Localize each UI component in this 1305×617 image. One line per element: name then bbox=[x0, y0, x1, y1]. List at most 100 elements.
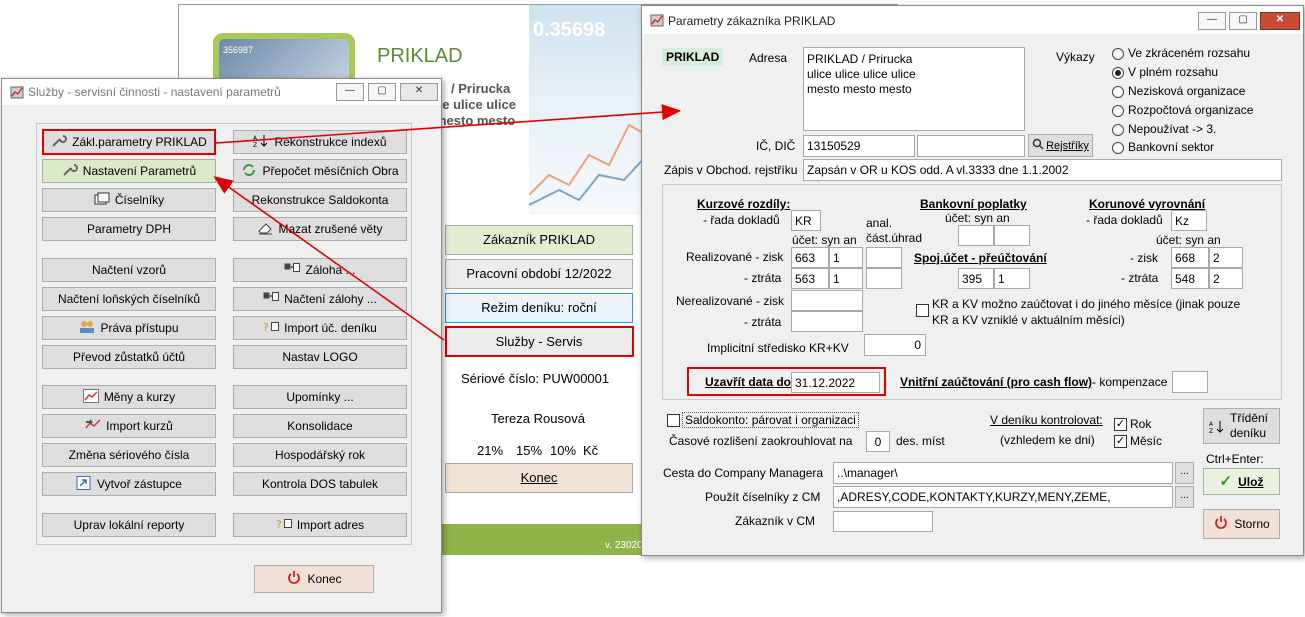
fiscal-year-button[interactable]: Hospodářský rok bbox=[233, 443, 407, 467]
settings-params-button[interactable]: Nastavení Parametrů bbox=[42, 159, 216, 183]
bank-fees-an[interactable] bbox=[994, 225, 1030, 246]
create-shortcut-button[interactable]: Vytvoř zástupce bbox=[42, 472, 216, 496]
radio-bank[interactable] bbox=[1112, 142, 1124, 154]
journal-mode-button[interactable]: Režim deníku: roční bbox=[445, 293, 633, 323]
params-titlebar: Parametry zákazníka PRIKLAD — ▢ ✕ bbox=[642, 6, 1303, 34]
customer-cm-field[interactable] bbox=[833, 511, 933, 532]
address-field[interactable]: PRIKLAD / Prirucka ulice ulice ulice uli… bbox=[803, 47, 1025, 131]
rounding-field[interactable]: 0 bbox=[866, 431, 890, 452]
work-period-button[interactable]: Pracovní období 12/2022 bbox=[445, 259, 633, 289]
radio-unused[interactable] bbox=[1112, 124, 1124, 136]
saldokonto-checkbox[interactable] bbox=[667, 414, 680, 427]
rebuild-indexes-button[interactable]: A Z Rekonstrukce indexů bbox=[233, 130, 407, 154]
wrench-icon bbox=[63, 164, 78, 176]
cancel-button[interactable]: Storno bbox=[1203, 509, 1280, 539]
registries-button[interactable]: Rejstříky bbox=[1028, 134, 1093, 157]
realized-loss-anal[interactable] bbox=[866, 268, 902, 289]
browse-codebooks-button[interactable]: ... bbox=[1175, 486, 1194, 508]
maximize-button[interactable]: ▢ bbox=[368, 83, 396, 101]
exchange-series-field[interactable]: KR bbox=[791, 210, 821, 231]
internal-posting-label: Vnitřní zaúčtování (pro cash flow) bbox=[900, 375, 1093, 389]
year-label: Rok bbox=[1130, 417, 1152, 431]
check-icon: ✓ bbox=[1219, 473, 1233, 490]
radio-nonprofit[interactable] bbox=[1112, 86, 1124, 98]
check-dos-tables-button[interactable]: Kontrola DOS tabulek bbox=[233, 472, 407, 496]
relative-to-day-label: (vzhledem ke dni) bbox=[1000, 433, 1095, 447]
consolidation-button[interactable]: Konsolidace bbox=[233, 414, 407, 438]
default-center-field[interactable]: 0 bbox=[864, 334, 926, 356]
minimize-button[interactable]: — bbox=[1198, 12, 1226, 30]
minimize-button[interactable]: — bbox=[336, 83, 364, 101]
realized-loss-an[interactable]: 1 bbox=[829, 268, 863, 289]
registry-entry-field[interactable]: Zapsán v OR u KOS odd. A vl.3333 dne 1.1… bbox=[803, 159, 1282, 181]
load-templates-button[interactable]: Načtení vzorů bbox=[42, 258, 216, 282]
use-codebooks-field[interactable]: ,ADRESY,CODE,KONTAKTY,KURZY,MENY,ZEME, bbox=[833, 486, 1173, 508]
joint-account-an[interactable]: 1 bbox=[994, 268, 1030, 289]
company-manager-path-label: Cesta do Company Managera bbox=[663, 466, 824, 480]
rebuild-ledger-button[interactable]: Rekonstrukce Saldokonta bbox=[233, 188, 407, 212]
codebooks-button[interactable]: Číselníky bbox=[42, 188, 216, 212]
browse-path-button[interactable]: ... bbox=[1175, 462, 1194, 484]
change-serial-button[interactable]: Změna sériového čísla bbox=[42, 443, 216, 467]
crown-loss-syn[interactable]: 548 bbox=[1171, 268, 1209, 289]
currencies-button[interactable]: Měny a kurzy bbox=[42, 385, 216, 409]
crown-gain-an[interactable]: 2 bbox=[1209, 247, 1243, 268]
company-name: PRIKLAD bbox=[377, 45, 463, 67]
local-reports-button[interactable]: Uprav lokální reporty bbox=[42, 513, 216, 537]
backup-button[interactable]: Záloha ... bbox=[233, 258, 407, 282]
realized-gain-anal[interactable] bbox=[866, 247, 902, 268]
services-titlebar: Služby - servisní činnosti - nastavení p… bbox=[2, 79, 441, 105]
maximize-button[interactable]: ▢ bbox=[1229, 12, 1257, 30]
close-button[interactable]: ✕ bbox=[1260, 12, 1300, 30]
crown-gain-syn[interactable]: 668 bbox=[1171, 247, 1209, 268]
company-address-line2: ce ulice ulice bbox=[435, 97, 516, 112]
joint-account-syn[interactable]: 395 bbox=[958, 268, 994, 289]
ic-field[interactable]: 13150529 bbox=[803, 135, 915, 157]
recalc-monthly-button[interactable]: Přepočet měsíčních Obra bbox=[233, 159, 407, 183]
services-konec-button[interactable]: Konec bbox=[254, 565, 374, 593]
realized-gain-an[interactable]: 1 bbox=[829, 247, 863, 268]
import-journal-button[interactable]: ? Import úč. deníku bbox=[233, 316, 407, 340]
address-label: Adresa bbox=[749, 51, 788, 65]
restore-backup-button[interactable]: Načtení zálohy ... bbox=[233, 287, 407, 311]
chart-icon bbox=[82, 389, 99, 403]
reminders-button[interactable]: Upomínky ... bbox=[233, 385, 407, 409]
kr-kv-checkbox[interactable] bbox=[916, 304, 929, 317]
customer-button[interactable]: Zákazník PRIKLAD bbox=[445, 225, 633, 255]
close-button[interactable]: ✕ bbox=[400, 83, 438, 101]
restore-icon bbox=[263, 292, 280, 301]
journal-sort-button[interactable]: AZ Třídění deníku bbox=[1203, 408, 1280, 444]
realized-gain-syn[interactable]: 663 bbox=[791, 247, 829, 268]
delete-cancelled-button[interactable]: Mazat zrušené věty bbox=[233, 217, 407, 241]
save-button[interactable]: ✓ Ulož bbox=[1203, 468, 1280, 495]
partial-payment-label: anal. část.úhrad bbox=[866, 216, 923, 245]
realized-loss-label: - ztráta bbox=[744, 271, 782, 285]
radio-full[interactable] bbox=[1112, 67, 1124, 79]
unrealized-gain-field[interactable] bbox=[791, 290, 863, 311]
unrealized-loss-field[interactable] bbox=[791, 311, 863, 332]
crown-loss-an[interactable]: 2 bbox=[1209, 268, 1243, 289]
set-logo-button[interactable]: Nastav LOGO bbox=[233, 345, 407, 369]
eraser-icon bbox=[258, 223, 273, 235]
realized-loss-syn[interactable]: 563 bbox=[791, 268, 829, 289]
radio-short[interactable] bbox=[1112, 48, 1124, 60]
company-manager-path-field[interactable]: ..\manager\ bbox=[833, 462, 1173, 484]
access-rights-button[interactable]: Práva přístupu bbox=[42, 316, 216, 340]
logo-text: 356987 bbox=[223, 45, 254, 55]
main-konec-button[interactable]: Konec bbox=[445, 463, 633, 493]
use-codebooks-label: Použít číselníky z CM bbox=[705, 490, 821, 504]
year-checkbox[interactable]: ✓ bbox=[1114, 418, 1127, 431]
crown-series-field[interactable]: Kz bbox=[1171, 210, 1207, 231]
import-rates-button[interactable]: Import kurzů bbox=[42, 414, 216, 438]
bank-fees-syn[interactable] bbox=[958, 225, 994, 246]
dic-field[interactable] bbox=[917, 135, 1025, 157]
version-text: v. 23020 bbox=[605, 540, 643, 551]
compensation-field[interactable] bbox=[1172, 371, 1208, 393]
load-last-year-button[interactable]: Načtení loňských číselníků bbox=[42, 287, 216, 311]
radio-budget[interactable] bbox=[1112, 105, 1124, 117]
month-checkbox[interactable]: ✓ bbox=[1114, 435, 1127, 448]
crown-rounding-title: Korunové vyrovnání bbox=[1089, 197, 1206, 211]
transfer-balances-button[interactable]: Převod zůstatků účtů bbox=[42, 345, 216, 369]
vat-params-button[interactable]: Parametry DPH bbox=[42, 217, 216, 241]
import-addresses-button[interactable]: ? Import adres bbox=[233, 513, 407, 537]
